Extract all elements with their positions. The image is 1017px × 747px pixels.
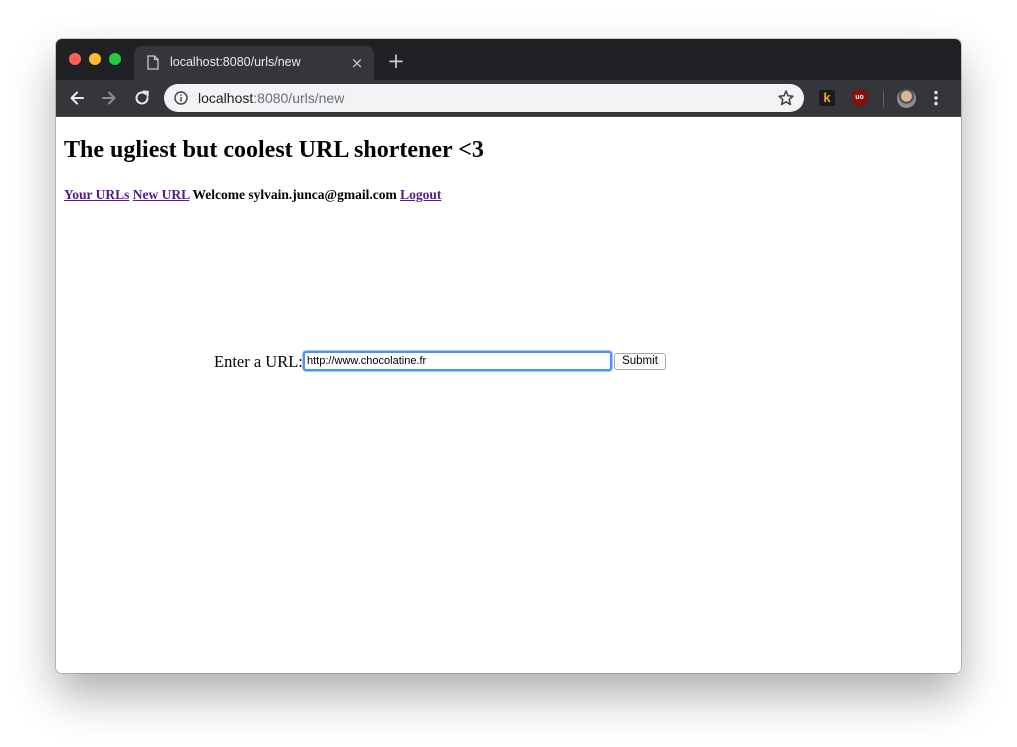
welcome-text: Welcome sylvain.junca@gmail.com xyxy=(192,187,397,202)
url-input[interactable] xyxy=(303,351,612,371)
reload-icon[interactable] xyxy=(133,89,151,107)
address-host: localhost xyxy=(198,90,254,106)
your-urls-link[interactable]: Your URLs xyxy=(64,187,129,202)
tab-active[interactable]: localhost:8080/urls/new × xyxy=(134,46,374,80)
url-label: Enter a URL: xyxy=(214,352,303,371)
new-tab-button[interactable]: + xyxy=(386,51,406,72)
browser-window: localhost:8080/urls/new × + localhost:80… xyxy=(56,39,961,673)
menu-icon[interactable] xyxy=(933,90,939,106)
browser-toolbar: localhost:8080/urls/new k uo xyxy=(56,80,961,116)
address-url[interactable]: localhost:8080/urls/new xyxy=(198,90,344,106)
forward-icon[interactable] xyxy=(100,89,118,107)
page-content: The ugliest but coolest URL shortener <3… xyxy=(56,116,961,673)
ublock-icon[interactable]: uo xyxy=(852,90,867,106)
tab-strip: localhost:8080/urls/new × + xyxy=(56,39,961,80)
close-window-button[interactable] xyxy=(69,53,81,65)
tab-title: localhost:8080/urls/new xyxy=(170,55,301,69)
address-path: :8080/urls/new xyxy=(253,90,345,106)
minimize-window-button[interactable] xyxy=(89,53,101,65)
page-title: The ugliest but coolest URL shortener <3 xyxy=(64,137,484,163)
page-icon xyxy=(147,55,159,70)
profile-avatar[interactable] xyxy=(897,89,916,108)
toolbar-divider xyxy=(883,91,884,107)
new-url-link[interactable]: New URL xyxy=(133,187,190,202)
submit-button[interactable]: Submit xyxy=(614,353,666,370)
close-tab-icon[interactable]: × xyxy=(348,54,366,72)
extension-k-icon[interactable]: k xyxy=(819,90,835,106)
back-icon[interactable] xyxy=(68,89,86,107)
star-icon[interactable] xyxy=(777,89,795,107)
logout-link[interactable]: Logout xyxy=(400,187,441,202)
maximize-window-button[interactable] xyxy=(109,53,121,65)
address-bar[interactable]: localhost:8080/urls/new xyxy=(164,84,804,112)
info-icon[interactable] xyxy=(174,91,188,105)
nav-bar: Your URLs New URL Welcome sylvain.junca@… xyxy=(64,187,441,203)
